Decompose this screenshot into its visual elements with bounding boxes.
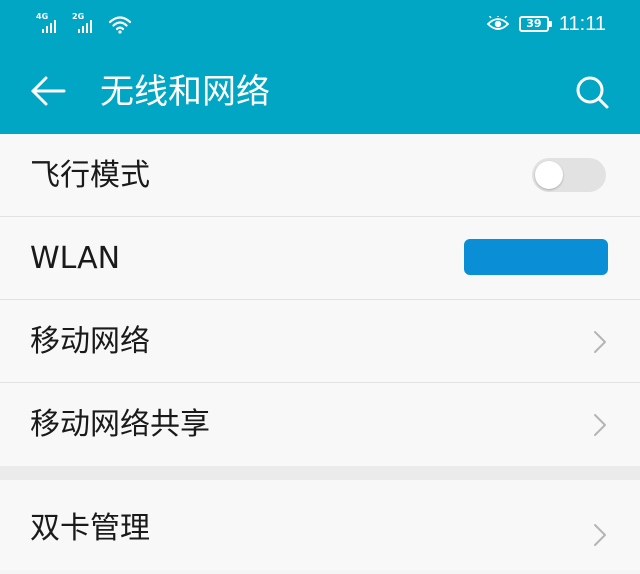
- wifi-icon: [108, 16, 132, 34]
- chevron-right-icon: [594, 331, 606, 353]
- app-bar: 无线和网络: [0, 48, 640, 134]
- wlan-network-redacted: [464, 239, 608, 275]
- dual-sim-row[interactable]: 双卡管理: [0, 480, 640, 570]
- airplane-mode-label: 飞行模式: [30, 158, 150, 193]
- tethering-row[interactable]: 移动网络共享: [0, 383, 640, 466]
- signal-sim2-icon: 2G: [72, 13, 100, 35]
- battery-level: 39: [526, 17, 542, 30]
- section-divider: [0, 466, 640, 480]
- status-clock: 11:11: [558, 12, 606, 35]
- search-icon[interactable]: [572, 72, 612, 112]
- mobile-network-row[interactable]: 移动网络: [0, 300, 640, 383]
- mobile-network-label: 移动网络: [30, 324, 150, 359]
- wlan-row[interactable]: WLAN: [0, 217, 640, 300]
- eye-comfort-icon: [486, 16, 509, 30]
- signal-sim1-icon: 4G: [36, 13, 64, 35]
- toggle-knob: [535, 161, 563, 189]
- settings-list: 飞行模式 WLAN 移动网络 移动网络共享 双卡管理: [0, 134, 640, 570]
- status-bar-right: 39 11:11: [486, 10, 606, 38]
- airplane-mode-row[interactable]: 飞行模式: [0, 134, 640, 217]
- tethering-label: 移动网络共享: [30, 407, 210, 442]
- dual-sim-label: 双卡管理: [30, 511, 150, 546]
- chevron-right-icon: [594, 524, 606, 546]
- chevron-right-icon: [594, 414, 606, 436]
- airplane-mode-toggle[interactable]: [532, 158, 606, 192]
- page-title: 无线和网络: [100, 72, 270, 112]
- status-bar: 4G 2G 39 11:11: [0, 0, 640, 48]
- battery-icon: 39: [518, 16, 552, 32]
- wlan-label: WLAN: [30, 241, 121, 276]
- arrow-left-icon[interactable]: [28, 73, 68, 109]
- status-bar-left: 4G 2G: [36, 12, 132, 36]
